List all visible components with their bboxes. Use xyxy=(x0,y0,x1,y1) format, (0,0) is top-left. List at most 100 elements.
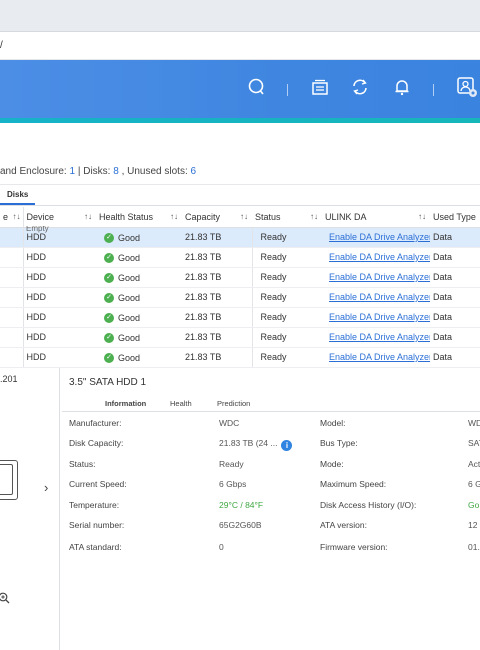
enable-da-link[interactable]: Enable DA Drive Analyzer xyxy=(329,312,430,322)
health-badge: ✓ Good xyxy=(104,273,140,283)
field-value: 65G2G60B xyxy=(219,520,262,530)
enable-da-link[interactable]: Enable DA Drive Analyzer xyxy=(329,252,430,262)
field-value: Act xyxy=(468,459,480,469)
enable-da-link[interactable]: Enable DA Drive Analyzer xyxy=(329,352,430,362)
tab-information[interactable]: Information xyxy=(105,399,146,408)
disk-detail-panel: 3.5" SATA HDD 1 Information Health Predi… xyxy=(62,368,480,650)
disk-slot-image[interactable] xyxy=(0,460,18,500)
column-label: e xyxy=(3,211,9,222)
tab-disks[interactable]: Disks xyxy=(0,190,36,205)
row-capacity: 21.83 TB xyxy=(182,247,253,268)
field-value: WD xyxy=(468,418,480,428)
field-value: 12 xyxy=(468,520,478,530)
column-header-used-type[interactable]: Used Type xyxy=(430,207,480,228)
health-badge: ✓ Good xyxy=(104,253,140,263)
sort-icon[interactable]: ↑↓ xyxy=(13,212,21,221)
header-divider xyxy=(433,84,434,96)
column-header-health[interactable]: Health Status ↑↓ xyxy=(96,207,182,228)
row-ulink: Enable DA Drive Analyzer xyxy=(322,347,430,368)
column-label: Status xyxy=(255,211,281,222)
row-capacity: 21.83 TB xyxy=(182,267,253,288)
accent-stripe xyxy=(0,118,480,123)
check-circle-icon: ✓ xyxy=(104,273,114,283)
table-row[interactable]: HDD ✓ Good 21.83 TB Ready Enable DA Drive Ana… xyxy=(0,327,480,348)
table-row[interactable]: HDD ✓ Good 21.83 TB Ready Enable DA Drive Ana… xyxy=(0,267,480,288)
table-row[interactable]: HDD ✓ Good 21.83 TB Ready Enable DA Drive Ana… xyxy=(0,247,480,268)
column-header-status[interactable]: Status ↑↓ xyxy=(252,207,322,228)
check-circle-icon: ✓ xyxy=(104,253,114,263)
row-status: Ready xyxy=(252,347,322,368)
tab-health[interactable]: Health xyxy=(170,399,192,408)
check-circle-icon: ✓ xyxy=(104,333,114,343)
sync-icon[interactable] xyxy=(347,74,373,100)
row-ulink: Enable DA Drive Analyzer xyxy=(322,327,430,348)
app-header xyxy=(0,60,480,118)
disks-label: | Disks: xyxy=(77,166,111,177)
row-status: Ready xyxy=(252,227,322,248)
row-health: ✓ Good xyxy=(96,307,182,328)
search-icon[interactable] xyxy=(244,74,270,100)
chevron-right-icon[interactable]: › xyxy=(44,480,48,495)
row-used-type: Data xyxy=(430,327,480,348)
column-label: Device xyxy=(26,211,55,222)
row-status: Ready xyxy=(252,307,322,328)
health-badge: ✓ Good xyxy=(104,293,140,303)
bell-icon[interactable] xyxy=(389,74,415,100)
table-body: HDD ✓ Good 21.83 TB Ready Enable DA Drive Ana… xyxy=(0,227,480,368)
row-device: HDD xyxy=(23,247,96,268)
row-used-type: Data xyxy=(430,347,480,368)
row-health: ✓ Good xyxy=(96,247,182,268)
field-value-text: 21.83 TB (24 ... xyxy=(219,438,278,448)
sort-icon[interactable]: ↑↓ xyxy=(310,212,318,221)
table-row[interactable]: HDD ✓ Good 21.83 TB Ready Enable DA Drive Ana… xyxy=(0,347,480,368)
row-ulink: Enable DA Drive Analyzer xyxy=(322,227,430,248)
row-ulink: Enable DA Drive Analyzer xyxy=(322,267,430,288)
disk-title: 3.5" SATA HDD 1 xyxy=(69,377,147,388)
column-header[interactable]: e ↑↓ xyxy=(0,207,24,228)
row-health: ✓ Good xyxy=(96,327,182,348)
info-icon[interactable]: i xyxy=(281,440,293,451)
row-device: HDD xyxy=(23,307,96,328)
sort-icon[interactable]: ↑↓ xyxy=(170,212,178,221)
health-text: Good xyxy=(118,293,141,303)
enable-da-link[interactable]: Enable DA Drive Analyzer xyxy=(329,272,430,282)
table-row[interactable]: HDD ✓ Good 21.83 TB Ready Enable DA Drive Ana… xyxy=(0,227,480,248)
row-capacity: 21.83 TB xyxy=(182,327,253,348)
partial-row-text: Empty xyxy=(26,226,49,233)
table-row[interactable]: HDD ✓ Good 21.83 TB Ready Enable DA Drive Ana… xyxy=(0,287,480,308)
column-header-device[interactable]: Device ↑↓ xyxy=(23,207,96,228)
row-health: ✓ Good xyxy=(96,347,182,368)
row-used-type: Data xyxy=(430,287,480,308)
row-slot-cell xyxy=(0,327,24,348)
enable-da-link[interactable]: Enable DA Drive Analyzer xyxy=(329,292,430,302)
enable-da-link[interactable]: Enable DA Drive Analyzer xyxy=(329,332,430,342)
enclosure-label: and Enclosure: xyxy=(0,166,67,177)
row-slot-cell xyxy=(0,287,24,308)
table-row[interactable]: HDD ✓ Good 21.83 TB Ready Enable DA Drive Ana… xyxy=(0,307,480,328)
sort-icon[interactable]: ↑↓ xyxy=(84,212,92,221)
zoom-icon[interactable] xyxy=(0,592,10,607)
enclosure-count: 1 xyxy=(69,166,76,177)
field-value: SAT xyxy=(468,438,480,448)
tab-prediction[interactable]: Prediction xyxy=(217,399,250,408)
column-header-capacity[interactable]: Capacity ↑↓ xyxy=(182,207,252,228)
column-label: Capacity xyxy=(185,211,221,222)
field-label: Temperature: xyxy=(69,500,120,510)
field-value-text: Ready xyxy=(219,459,244,469)
sort-icon[interactable]: ↑↓ xyxy=(240,212,248,221)
column-header-ulink[interactable]: ULINK DA ↑↓ xyxy=(322,207,430,228)
user-icon[interactable] xyxy=(454,74,480,100)
enable-da-link[interactable]: Enable DA Drive Analyzer xyxy=(329,232,430,242)
health-text: Good xyxy=(118,273,141,283)
address-bar[interactable]: / xyxy=(0,32,480,60)
field-label: Disk Access History (I/O): xyxy=(320,500,417,510)
row-ulink: Enable DA Drive Analyzer xyxy=(322,307,430,328)
field-value: 6 Gbps xyxy=(219,479,246,489)
field-label: Serial number: xyxy=(69,520,125,530)
sort-icon[interactable]: ↑↓ xyxy=(418,212,426,221)
column-label: Used Type xyxy=(433,211,476,222)
tasks-icon[interactable] xyxy=(307,74,333,100)
row-ulink: Enable DA Drive Analyzer xyxy=(322,287,430,308)
row-device: HDD xyxy=(23,287,96,308)
check-circle-icon: ✓ xyxy=(104,313,114,323)
